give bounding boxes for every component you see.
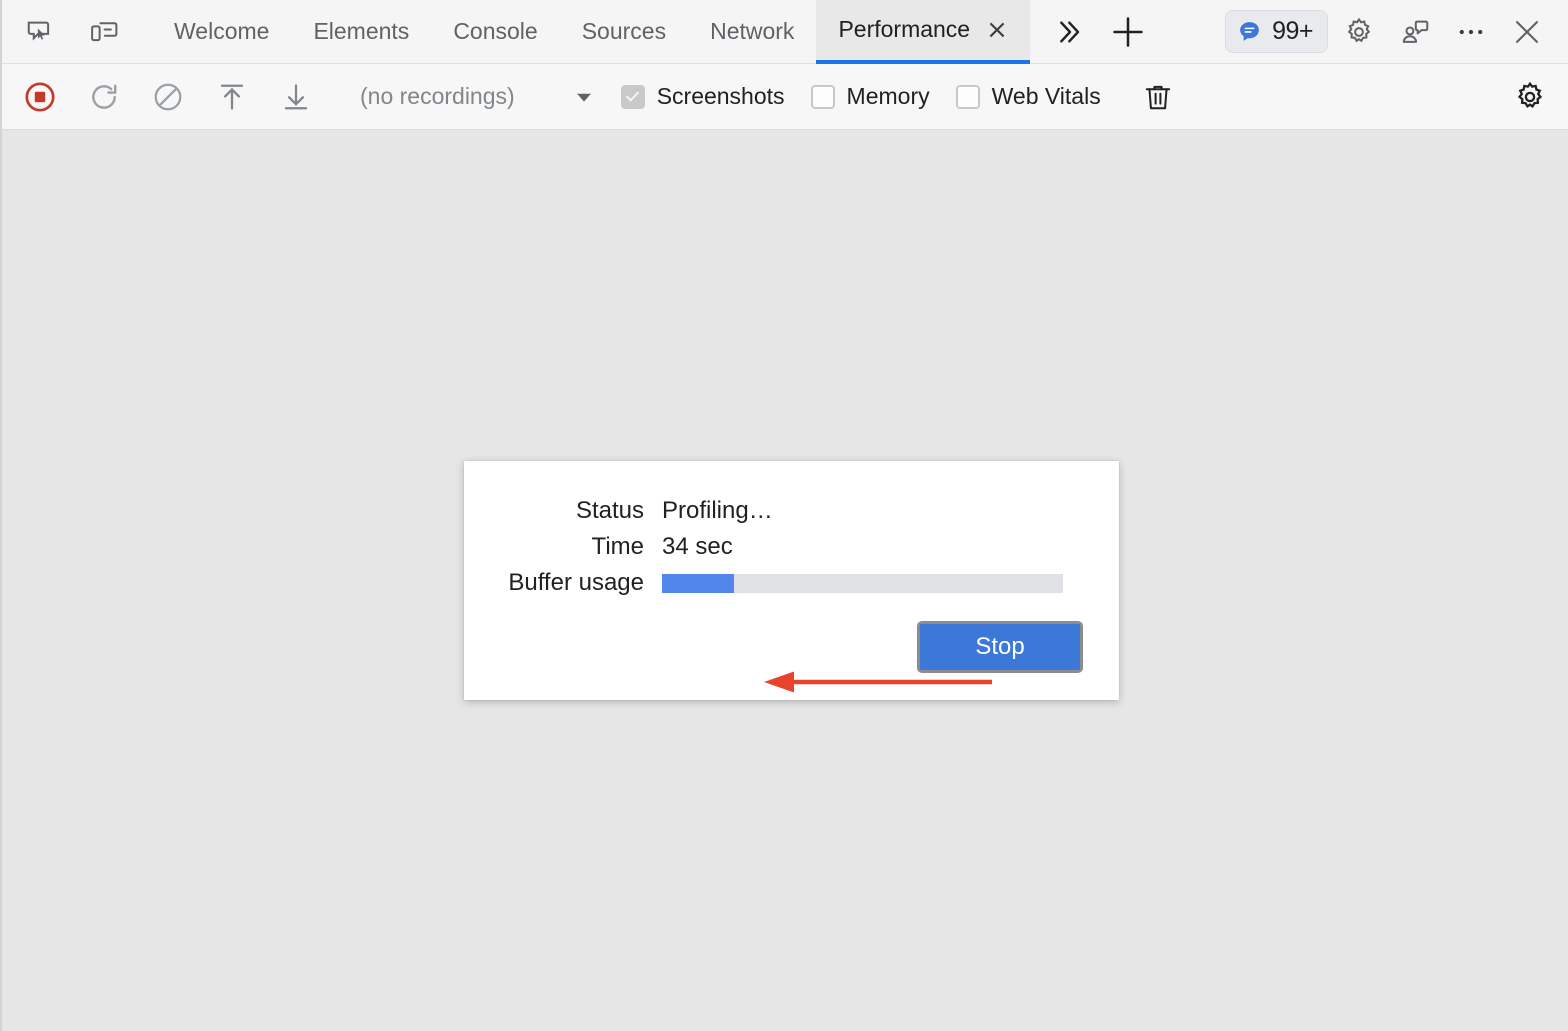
tab-label: Network (710, 18, 795, 44)
tab-label: Welcome (174, 18, 270, 44)
devtools-window: Welcome Elements Console Sources Network… (0, 0, 1568, 1031)
capture-settings-gear-icon[interactable] (1508, 75, 1552, 119)
recordings-select-value[interactable]: (no recordings) (360, 83, 515, 110)
time-label: Time (591, 533, 644, 560)
status-row: Status Profiling… (464, 497, 1119, 525)
stop-button[interactable]: Stop (917, 621, 1083, 673)
panel-tabs: Welcome Elements Console Sources Network… (152, 0, 1030, 64)
inspect-element-icon[interactable] (18, 10, 62, 54)
checkbox-icon (810, 84, 835, 109)
tabbar-left-icons (2, 10, 126, 54)
checkbox-icon (620, 84, 645, 109)
status-label: Status (575, 497, 644, 524)
checkbox-memory[interactable]: Memory (810, 83, 930, 110)
performance-toolbar: (no recordings) Screenshots Memory Web V… (2, 64, 1568, 130)
close-icon[interactable]: × (986, 17, 1008, 43)
checkbox-screenshots[interactable]: Screenshots (620, 83, 785, 110)
more-options-icon[interactable] (1446, 7, 1496, 57)
buffer-usage-label: Buffer usage (508, 569, 644, 596)
checkbox-label: Memory (846, 83, 930, 109)
collect-garbage-button[interactable] (1135, 74, 1181, 120)
issues-count: 99+ (1272, 17, 1313, 45)
feedback-icon[interactable] (1390, 7, 1440, 57)
chevron-down-icon[interactable] (573, 86, 595, 108)
buffer-usage-progress-fill (662, 573, 735, 593)
save-profile-button[interactable] (274, 75, 318, 119)
tab-welcome[interactable]: Welcome (152, 0, 291, 64)
recording-status-dialog: Status Profiling… Time 34 sec Buffer usa… (464, 461, 1119, 700)
checkbox-label: Web Vitals (991, 83, 1101, 109)
issues-counter-button[interactable]: 99+ (1225, 10, 1328, 53)
tabbar-right-controls: 99+ (1225, 7, 1568, 57)
tab-label: Console (453, 18, 538, 44)
tab-console[interactable]: Console (431, 0, 559, 64)
stop-recording-button[interactable] (18, 75, 62, 119)
close-devtools-icon[interactable] (1502, 7, 1552, 57)
tabbar-overflow-controls (1044, 8, 1152, 56)
tab-performance[interactable]: Performance × (816, 0, 1030, 64)
clear-button[interactable] (146, 75, 190, 119)
tab-sources[interactable]: Sources (560, 0, 688, 64)
checkbox-label: Screenshots (656, 83, 785, 109)
tab-label: Sources (581, 18, 667, 44)
more-tabs-icon[interactable] (1044, 8, 1092, 56)
devtools-tabbar: Welcome Elements Console Sources Network… (2, 0, 1568, 64)
tab-elements[interactable]: Elements (291, 0, 431, 64)
device-toolbar-icon[interactable] (82, 10, 126, 54)
time-row: Time 34 sec (464, 533, 1119, 561)
chat-bubble-icon (1237, 19, 1262, 44)
checkbox-web-vitals[interactable]: Web Vitals (955, 83, 1101, 110)
checkbox-icon (955, 84, 980, 109)
time-value: 34 sec (662, 533, 733, 560)
tab-label: Elements (313, 18, 410, 44)
record-and-reload-button[interactable] (82, 75, 126, 119)
buffer-usage-progress-track (662, 573, 1063, 593)
toolbar-right-controls (1508, 75, 1568, 119)
buffer-usage-row: Buffer usage (464, 569, 1119, 597)
performance-panel-body: Status Profiling… Time 34 sec Buffer usa… (2, 130, 1568, 1029)
status-value: Profiling… (662, 497, 773, 524)
add-tab-icon[interactable] (1104, 8, 1152, 56)
load-profile-button[interactable] (210, 75, 254, 119)
settings-gear-icon[interactable] (1334, 7, 1384, 57)
tab-network[interactable]: Network (688, 0, 816, 64)
tab-label: Performance (838, 16, 971, 42)
